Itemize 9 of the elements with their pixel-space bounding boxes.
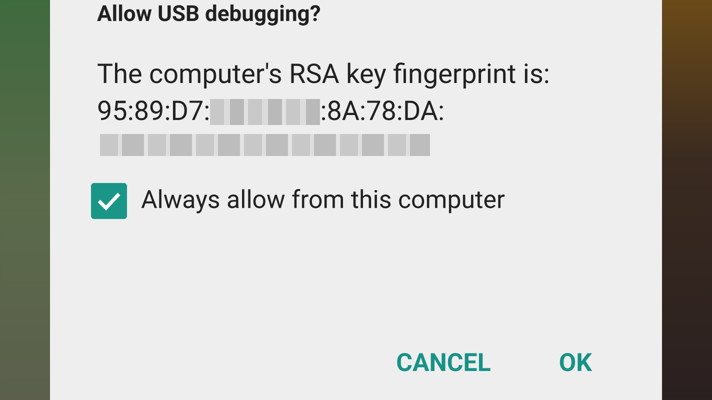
dialog-button[interactable]: CANCEL: [394, 344, 493, 382]
dialog-message: The computer's RSA key fingerprint is:: [97, 57, 551, 92]
checkbox[interactable]: [91, 182, 127, 219]
fingerprint-text: :8A:78:DA:: [320, 94, 445, 129]
checkbox-label: Always allow from this computer: [141, 185, 505, 217]
dialog-title: Allow USB debugging?: [97, 1, 321, 28]
dialog-button[interactable]: OK: [556, 344, 594, 382]
checkmark-icon: [97, 190, 121, 211]
fingerprint-text: 95:89:D7:: [97, 94, 210, 129]
